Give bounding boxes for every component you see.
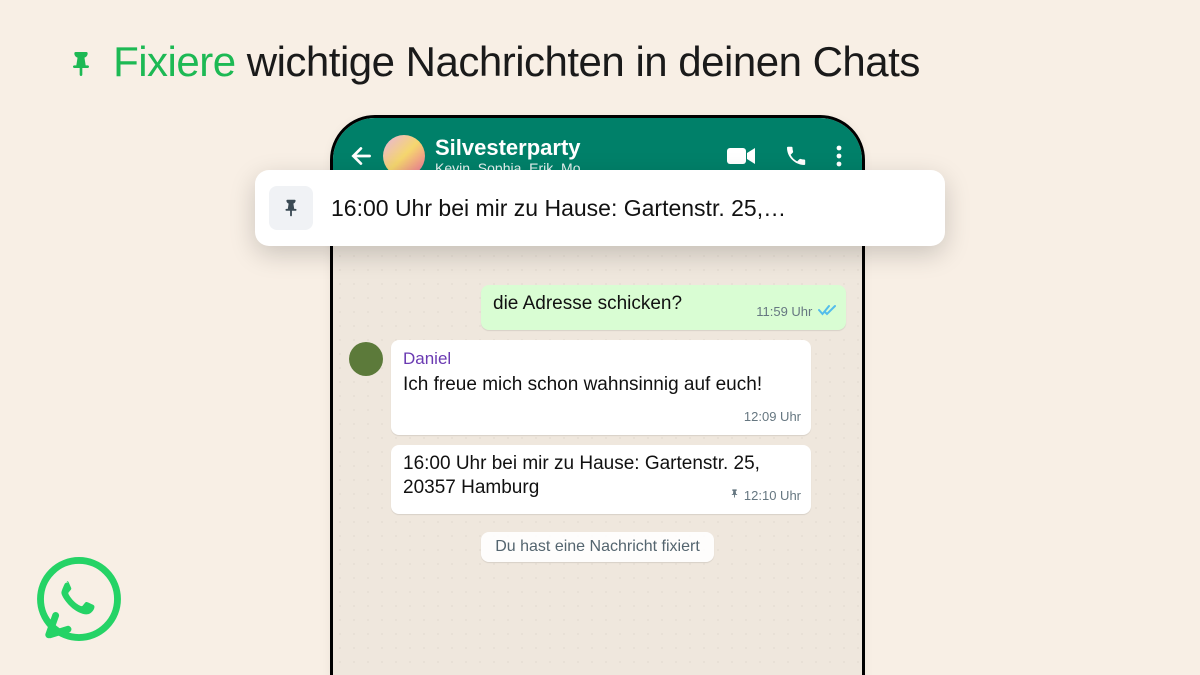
message-row-incoming: 16:00 Uhr bei mir zu Hause: Gartenstr. 2… [391,445,846,514]
heading-green-word: Fixiere [113,38,236,85]
heading-rest: wichtige Nachrichten in deinen Chats [236,38,920,85]
voice-call-button[interactable] [770,144,822,168]
whatsapp-logo [35,555,123,643]
pinned-message-text: 16:00 Uhr bei mir zu Hause: Gartenstr. 2… [331,195,786,222]
message-text: Ich freue mich schon wahnsinnig auf euch… [403,374,762,395]
more-options-button[interactable] [822,145,848,167]
pin-icon [729,484,740,508]
message-time: 12:10 Uhr [729,484,801,508]
message-bubble-outgoing[interactable]: die Adresse schicken? 11:59 Uhr [481,285,846,330]
read-ticks-icon [818,304,836,319]
message-bubble-incoming-pinned[interactable]: 16:00 Uhr bei mir zu Hause: Gartenstr. 2… [391,445,811,514]
video-call-button[interactable] [712,146,770,166]
pin-icon [65,43,107,85]
system-pinned-chip[interactable]: Du hast eine Nachricht fixiert [481,532,714,562]
chat-title: Silvesterparty [435,136,712,160]
message-time: 11:59 Uhr [756,300,836,324]
chat-body: die Adresse schicken? 11:59 Uhr Daniel I… [333,193,862,675]
back-button[interactable] [343,137,381,175]
message-sender: Daniel [403,347,801,371]
message-row-incoming: Daniel Ich freue mich schon wahnsinnig a… [349,340,846,435]
message-time: 12:09 Uhr [744,405,801,429]
message-bubble-incoming[interactable]: Daniel Ich freue mich schon wahnsinnig a… [391,340,811,435]
pin-icon [280,195,302,221]
page-heading: Fixiere wichtige Nachrichten in deinen C… [65,38,920,86]
message-row-outgoing: die Adresse schicken? 11:59 Uhr [349,285,846,330]
pin-icon-box [269,186,313,230]
message-text: 16:00 Uhr bei mir zu Hause: Gartenstr. 2… [403,453,760,498]
message-text: die Adresse schicken? [493,293,682,314]
pinned-message-banner[interactable]: 16:00 Uhr bei mir zu Hause: Gartenstr. 2… [255,170,945,246]
sender-avatar[interactable] [349,342,383,376]
